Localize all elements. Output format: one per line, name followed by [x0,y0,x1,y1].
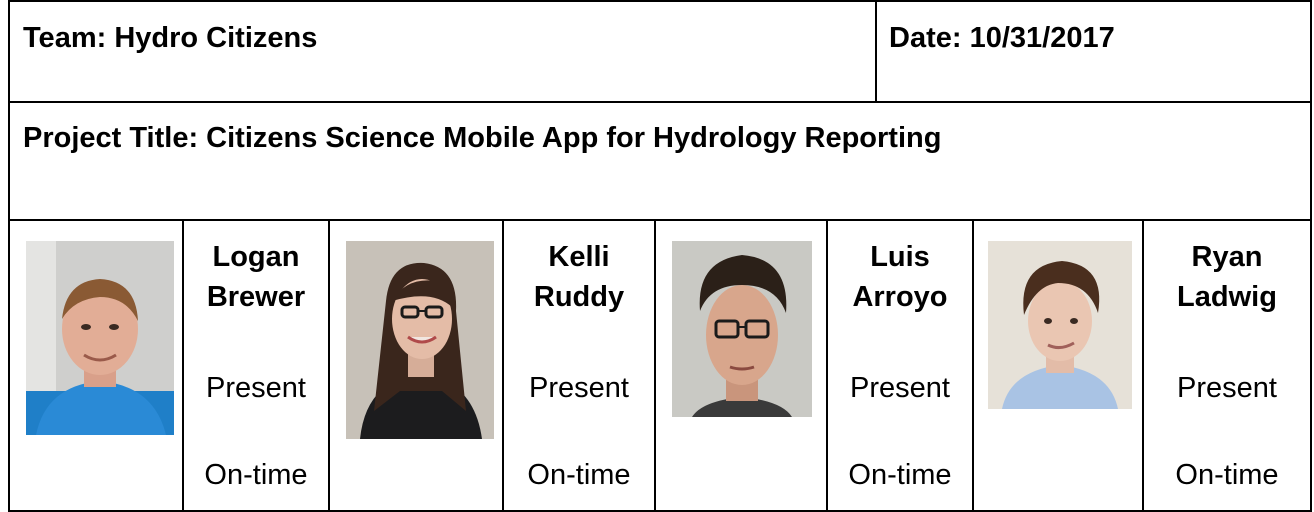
member-first-name: Luis [870,241,930,273]
member-photo-kelli [346,241,494,439]
col-divider-5 [972,219,974,512]
status-report-table: Team: Hydro Citizens Date: 10/31/2017 Pr… [8,0,1312,512]
table-border-top [8,0,1312,2]
member-photo-ryan [988,241,1132,409]
member-name-luis: Luis Arroyo [828,237,972,317]
attendance-status: Present [529,372,629,404]
member-name-kelli: Kelli Ruddy [504,237,654,317]
punctuality-status: On-time [204,459,308,491]
member-last-name: Ladwig [1177,281,1277,313]
member-first-name: Logan [212,241,300,273]
member-photo-logan [26,241,174,435]
member-photo-luis [672,241,812,417]
member-last-name: Brewer [206,281,306,313]
member-first-name: Kelli [548,241,610,273]
member-first-name: Ryan [1191,241,1263,273]
col-divider-3 [654,219,656,512]
attendance-status: Present [1177,372,1277,404]
header-divider [875,0,877,102]
attendance-status: Present [206,372,306,404]
team-name: Team: Hydro Citizens [23,22,318,54]
col-divider-2 [328,219,330,512]
table-border-right [1310,0,1312,512]
project-title: Project Title: Citizens Science Mobile A… [23,122,942,154]
attendance-status: Present [850,372,950,404]
punctuality-status: On-time [1175,459,1279,491]
member-name-ryan: Ryan Ladwig [1144,237,1310,317]
member-last-name: Arroyo [852,281,948,313]
row-divider-1 [8,101,1312,103]
report-date: Date: 10/31/2017 [889,22,1115,54]
punctuality-status: On-time [527,459,631,491]
table-border-left [8,0,10,512]
member-name-logan: Logan Brewer [184,237,328,317]
member-last-name: Ruddy [533,281,625,313]
row-divider-2 [8,219,1312,221]
punctuality-status: On-time [848,459,952,491]
